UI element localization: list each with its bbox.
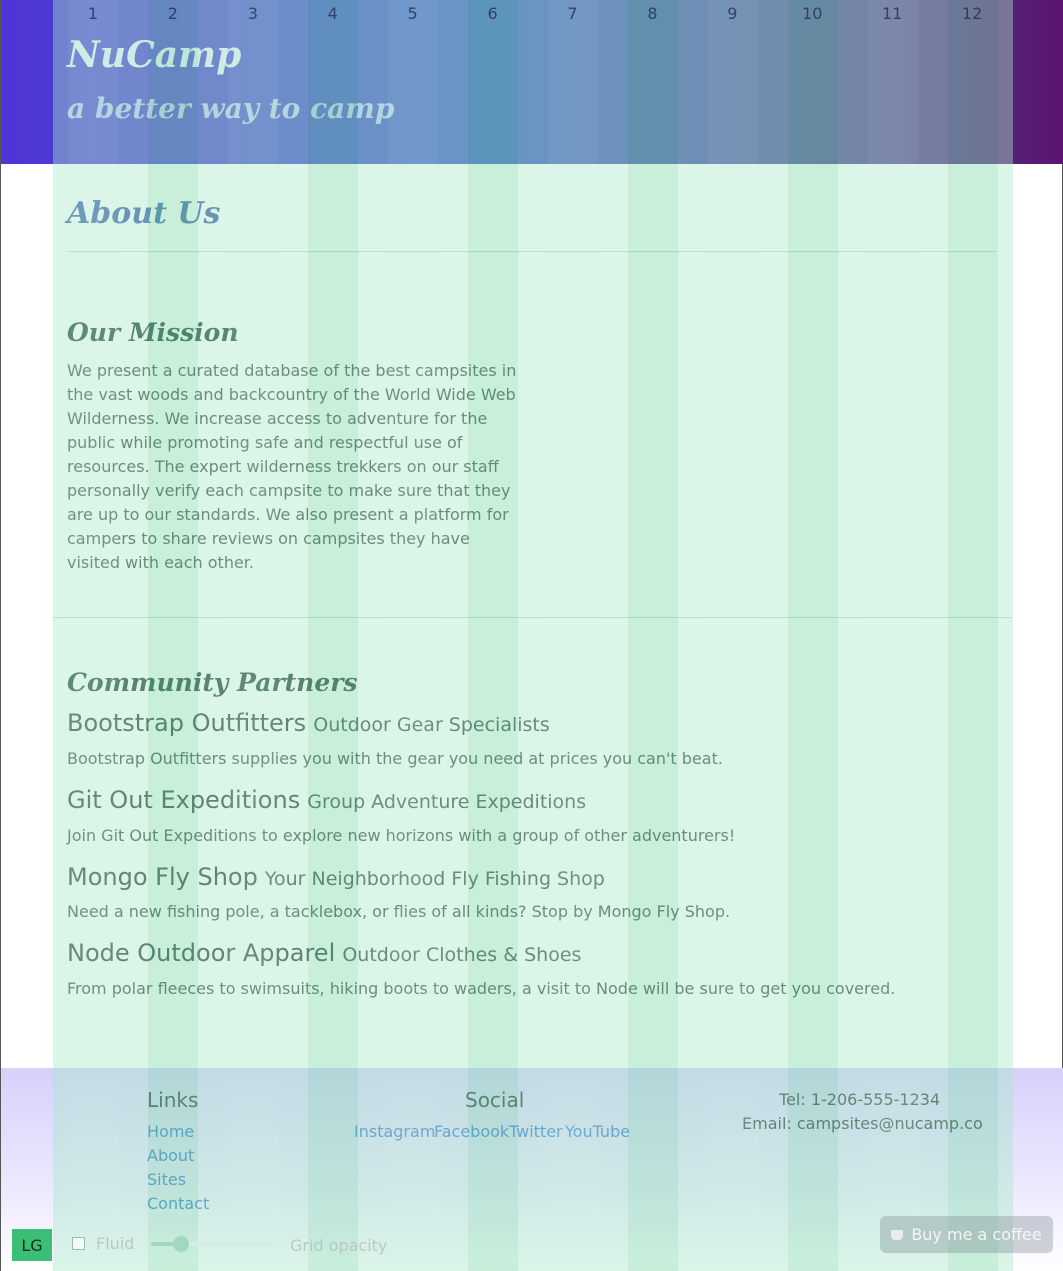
partners-title: Community Partners [67, 668, 358, 697]
partner-description: Bootstrap Outfitters supplies you with t… [67, 749, 723, 768]
fluid-label: Fluid [96, 1234, 135, 1253]
tagline: a better way to camp [67, 92, 395, 125]
partner-heading: Git Out Expeditions Group Adventure Expe… [67, 786, 997, 814]
partner-name: Node Outdoor Apparel [67, 939, 336, 967]
contact-email[interactable]: Email: campsites@nucamp.co [742, 1114, 983, 1133]
social-link-youtube[interactable]: YouTube [565, 1122, 630, 1141]
partner-heading: Bootstrap Outfitters Outdoor Gear Specia… [67, 709, 997, 737]
partner-subtitle: Group Adventure Expeditions [307, 791, 587, 813]
partner-name: Bootstrap Outfitters [67, 709, 307, 737]
footer-link-home[interactable]: Home [147, 1122, 194, 1141]
partner-description: From polar fleeces to swimsuits, hiking … [67, 979, 896, 998]
partner-description: Need a new fishing pole, a tacklebox, or… [67, 902, 731, 921]
partner-subtitle: Your Neighborhood Fly Fishing Shop [264, 868, 605, 890]
social-link-twitter[interactable]: Twitter [509, 1122, 563, 1141]
partner-heading: Node Outdoor Apparel Outdoor Clothes & S… [67, 939, 997, 967]
breakpoint-badge: LG [12, 1229, 52, 1261]
mission-text: We present a curated database of the bes… [67, 361, 517, 572]
footer-social-heading: Social [465, 1088, 525, 1112]
section-divider [53, 617, 1012, 618]
title-divider [67, 251, 997, 252]
site-header: NuCamp a better way to camp [1, 0, 1063, 164]
mission-title: Our Mission [67, 318, 239, 347]
partner-subtitle: Outdoor Gear Specialists [313, 714, 550, 736]
brand-logo[interactable]: NuCamp [67, 34, 241, 76]
fluid-checkbox[interactable] [72, 1237, 85, 1250]
footer-link-contact[interactable]: Contact [147, 1194, 209, 1213]
buy-coffee-button[interactable]: Buy me a coffee [880, 1216, 1053, 1253]
buy-coffee-label: Buy me a coffee [911, 1225, 1042, 1244]
social-link-facebook[interactable]: Facebook [434, 1122, 509, 1141]
page-title: About Us [67, 196, 221, 231]
partner-description: Join Git Out Expeditions to explore new … [67, 826, 736, 845]
partner-heading: Mongo Fly Shop Your Neighborhood Fly Fis… [67, 863, 997, 891]
footer-links-heading: Links [147, 1088, 199, 1112]
footer-link-about[interactable]: About [147, 1146, 194, 1165]
grid-opacity-slider-handle[interactable] [173, 1236, 189, 1252]
footer-link-sites[interactable]: Sites [147, 1170, 186, 1189]
contact-phone: Tel: 1-206-555-1234 [779, 1090, 941, 1109]
partner-name: Git Out Expeditions [67, 786, 301, 814]
coffee-cup-icon [891, 1229, 904, 1240]
grid-opacity-label: Grid opacity [290, 1236, 388, 1255]
partner-subtitle: Outdoor Clothes & Shoes [342, 944, 582, 966]
partner-name: Mongo Fly Shop [67, 863, 258, 891]
social-link-instagram[interactable]: Instagram [354, 1122, 435, 1141]
